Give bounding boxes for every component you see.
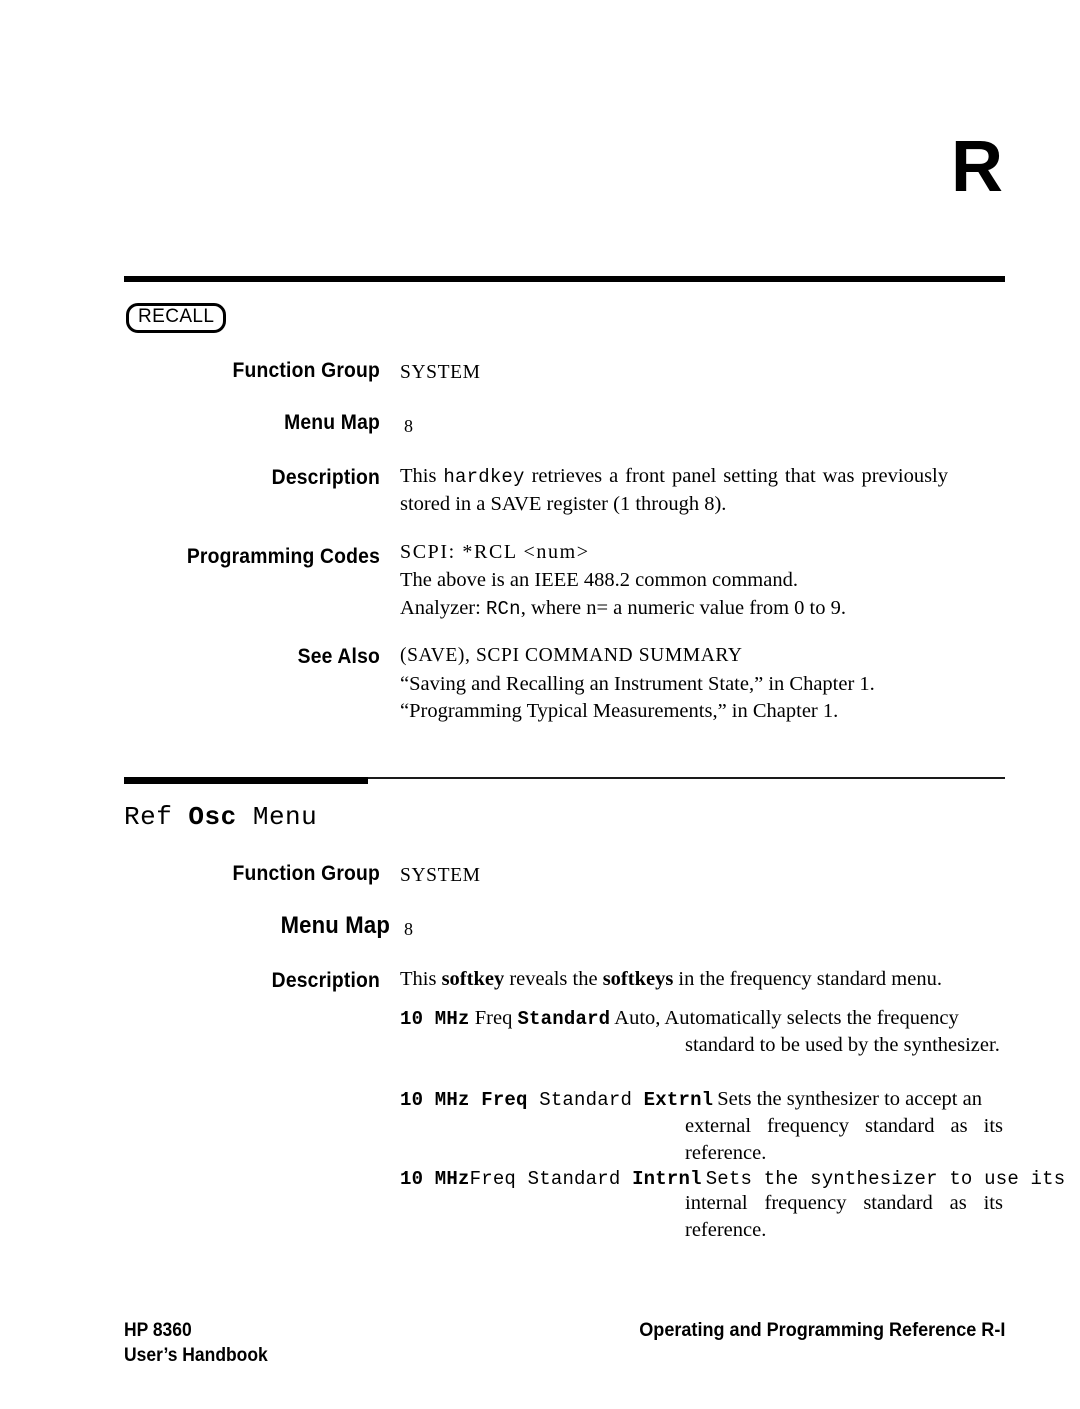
description2-text-mid: reveals the xyxy=(504,968,603,990)
analyzer-command-token: RCn xyxy=(485,598,521,620)
softkey-path-token: Extrnl xyxy=(643,1089,714,1111)
softkey-path-line[interactable]: 10 MHz Freq Standard Extrnl Sets the syn… xyxy=(400,1086,1010,1113)
softkey-path-line[interactable]: 10 MHz Freq Standard Auto, Automatically… xyxy=(400,1005,1010,1032)
description2-text-post: in the frequency standard menu. xyxy=(673,968,942,990)
description-hardkey-token: hardkey xyxy=(443,466,525,488)
field-value-menu-map: 8 xyxy=(404,416,413,436)
analyzer-label: Analyzer: xyxy=(400,597,486,619)
field-value-description: This hardkey retrieves a front panel set… xyxy=(400,463,948,518)
softkey-description-continuation: standard to be used by the synthesizer. xyxy=(685,1034,1000,1056)
field-value-menu-map-2: 8 xyxy=(404,919,413,939)
softkey-path-token: 10 MHz xyxy=(400,1168,470,1190)
description2-text-pre: This xyxy=(400,968,442,990)
field-label-description: Description xyxy=(271,466,380,489)
footer-reference-title: Operating and Programming Reference R-I xyxy=(638,1320,1005,1341)
field-label-menu-map: Menu Map xyxy=(284,411,380,434)
footer-document-name: User’s Handbook xyxy=(124,1345,268,1366)
field-label-menu-map-2: Menu Map xyxy=(280,912,390,939)
field-label-description-2: Description xyxy=(271,969,380,992)
see-also-chapter-reference-2: “Programming Typical Measurements,” in C… xyxy=(400,700,839,722)
field-value-function-group-2: SYSTEM xyxy=(400,865,481,886)
softkey-description-continuation: internal frequency standard as its refer… xyxy=(685,1192,1003,1241)
section-title-bold: Osc xyxy=(188,802,237,832)
hardkey-recall-keycap[interactable]: RECALL xyxy=(126,303,227,333)
section-title-post: Menu xyxy=(236,802,318,832)
description-text-pre: This xyxy=(400,465,444,487)
softkey-entry: 10 MHzFreq Standard Intrnl Sets the synt… xyxy=(400,1168,1065,1244)
softkey-path-token: Auto, xyxy=(610,1007,661,1029)
field-value-description-2: This softkey reveals the softkeys in the… xyxy=(400,966,960,993)
manual-page: R RECALL Function Group SYSTEM Menu Map … xyxy=(0,0,1080,1409)
softkey-path-line[interactable]: 10 MHzFreq Standard Intrnl Sets the synt… xyxy=(400,1168,1065,1190)
section-rule-top xyxy=(124,276,1005,282)
field-value-see-also: (SAVE), SCPI COMMAND SUMMARY “Saving and… xyxy=(400,642,960,725)
description2-softkey-token-1: softkey xyxy=(441,968,505,990)
programming-codes-note-line: The above is an IEEE 488.2 common comman… xyxy=(400,569,798,591)
softkey-path-token: 10 MHz Freq xyxy=(400,1089,528,1111)
programming-codes-scpi-line: SCPI: *RCL <num> xyxy=(400,541,590,563)
softkey-path-token: 10 MHz xyxy=(400,1008,470,1030)
field-label-function-group-2: Function Group xyxy=(232,862,380,885)
softkey-path-token: Standard xyxy=(527,1089,644,1111)
softkey-entry: 10 MHz Freq Standard Auto, Automatically… xyxy=(400,1005,1010,1059)
softkey-path-token: Intrnl xyxy=(632,1168,702,1190)
softkey-entry: 10 MHz Freq Standard Extrnl Sets the syn… xyxy=(400,1086,1010,1167)
footer-right: Operating and Programming Reference R-I xyxy=(639,1318,1005,1343)
softkey-description-first-line: Sets the synthesizer to use its xyxy=(705,1168,1066,1190)
section-rule-thick-segment xyxy=(124,777,368,784)
field-label-function-group: Function Group xyxy=(232,359,380,382)
field-value-function-group: SYSTEM xyxy=(400,362,481,383)
softkey-path-token: Freq xyxy=(469,1007,518,1029)
field-label-programming-codes: Programming Codes xyxy=(186,545,380,568)
field-value-programming-codes: SCPI: *RCL <num> The above is an IEEE 48… xyxy=(400,541,960,623)
footer-left: HP 8360 User’s Handbook xyxy=(124,1318,268,1368)
softkey-path-token: Standard xyxy=(517,1008,611,1030)
see-also-chapter-reference-1: “Saving and Recalling an Instrument Stat… xyxy=(400,673,875,695)
footer-product-name: HP 8360 xyxy=(124,1320,192,1341)
programming-codes-analyzer-line: Analyzer: RCn, where n= a numeric value … xyxy=(400,595,960,623)
description2-softkey-token-2: softkeys xyxy=(602,968,674,990)
softkey-description-first-line: Sets the synthesizer to accept an xyxy=(717,1088,982,1110)
section-title-pre: Ref xyxy=(124,802,189,832)
chapter-letter: R xyxy=(951,127,1003,207)
section-rule-second xyxy=(124,775,1005,784)
softkey-description-continuation: external frequency standard as its refer… xyxy=(685,1115,1003,1164)
field-label-see-also: See Also xyxy=(297,645,380,668)
section-rule-thin-segment xyxy=(368,777,1005,779)
softkey-path-token: Freq Standard xyxy=(469,1168,633,1190)
section-title-ref-osc-menu: Ref Osc Menu xyxy=(124,802,317,832)
softkey-description-first-line: Automatically selects the frequency xyxy=(664,1007,959,1029)
analyzer-description: , where n= a numeric value from 0 to 9. xyxy=(520,597,846,619)
see-also-cross-reference: (SAVE), SCPI COMMAND SUMMARY xyxy=(400,645,743,666)
